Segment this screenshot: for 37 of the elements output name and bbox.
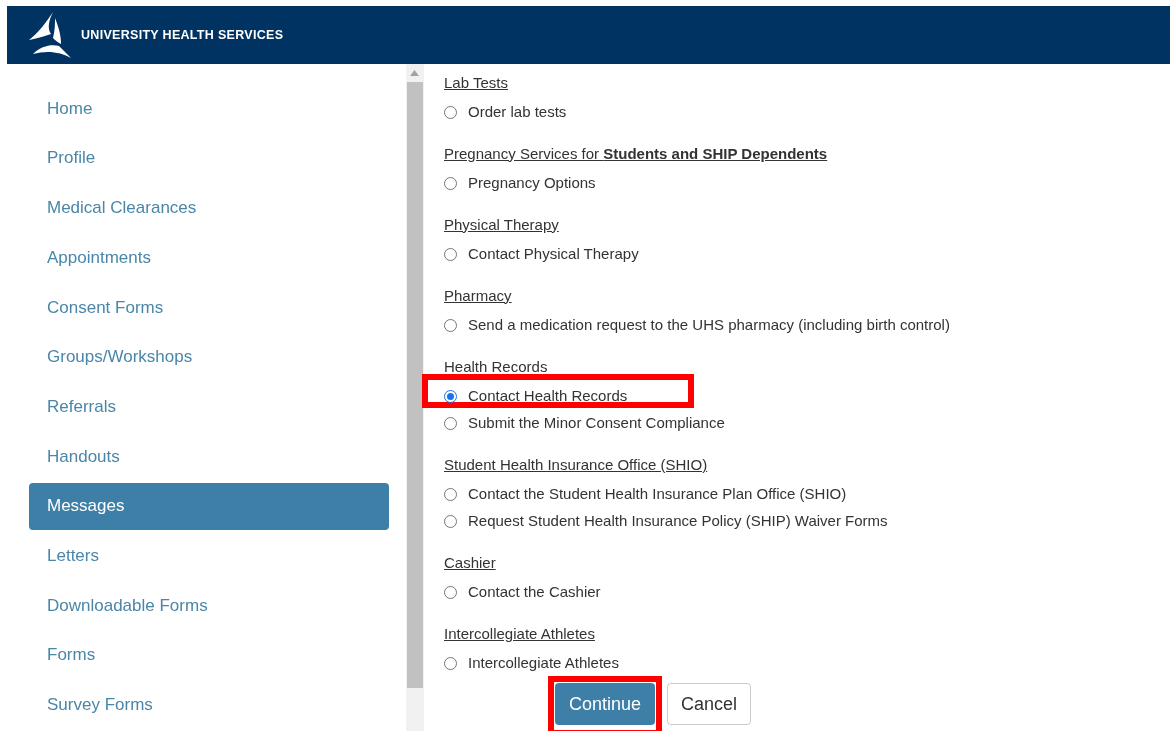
sidebar-item[interactable]: Handouts xyxy=(29,432,389,480)
sidebar-item[interactable]: Consent Forms xyxy=(29,283,389,331)
sidebar-item[interactable]: Forms xyxy=(29,631,389,679)
option-label[interactable]: Contact the Student Health Insurance Plan Office (SHIO) xyxy=(468,483,847,506)
option-label[interactable]: Pregnancy Options xyxy=(468,172,596,195)
sidebar-item[interactable]: Messages xyxy=(29,482,389,530)
section-link[interactable]: Physical Therapy xyxy=(444,213,559,237)
sidebar-item[interactable]: Letters xyxy=(29,532,389,580)
section-link[interactable]: Intercollegiate Athletes xyxy=(444,622,595,646)
section-link[interactable]: Pregnancy Services for Students and SHIP Dependents xyxy=(444,142,828,166)
cancel-button[interactable]: Cancel xyxy=(667,683,751,725)
option-label[interactable]: Intercollegiate Athletes xyxy=(468,652,619,675)
section-heading: Health Records xyxy=(444,356,548,377)
sidebar-item[interactable]: Appointments xyxy=(29,234,389,282)
sidebar-item[interactable]: Medical Clearances xyxy=(29,184,389,232)
option-label[interactable]: Submit the Minor Consent Compliance xyxy=(468,412,725,435)
option-label[interactable]: Contact the Cashier xyxy=(468,581,601,604)
section-link[interactable]: Student Health Insurance Office (SHIO) xyxy=(444,453,708,477)
option-label[interactable]: Send a medication request to the UHS pharmacy (including birth control) xyxy=(468,314,950,337)
option-label[interactable]: Request Student Health Insurance Policy (SHIP) Waiver Forms xyxy=(468,510,888,533)
section-link[interactable]: Lab Tests xyxy=(444,71,508,95)
sidebar-item[interactable]: Home xyxy=(29,85,389,132)
option-label[interactable]: Contact Health Records xyxy=(468,385,628,408)
sidebar-item[interactable]: Referrals xyxy=(29,383,389,431)
sidebar-item[interactable]: Groups/Workshops xyxy=(29,333,389,381)
section-link[interactable]: Pharmacy xyxy=(444,284,512,308)
option-label[interactable]: Order lab tests xyxy=(468,101,567,124)
sidebar-item[interactable]: Downloadable Forms xyxy=(29,581,389,629)
sidebar-item[interactable]: Profile xyxy=(29,134,389,182)
scrollbar-thumb[interactable] xyxy=(407,82,423,688)
scroll-up-icon[interactable] xyxy=(410,70,419,76)
scrollbar[interactable] xyxy=(406,64,424,731)
continue-button[interactable]: Continue xyxy=(555,683,655,725)
section-link[interactable]: Cashier xyxy=(444,551,496,575)
option-label[interactable]: Contact Physical Therapy xyxy=(468,243,639,266)
sidebar-item[interactable]: Survey Forms xyxy=(29,681,389,729)
site-title: UNIVERSITY HEALTH SERVICES xyxy=(81,26,284,44)
